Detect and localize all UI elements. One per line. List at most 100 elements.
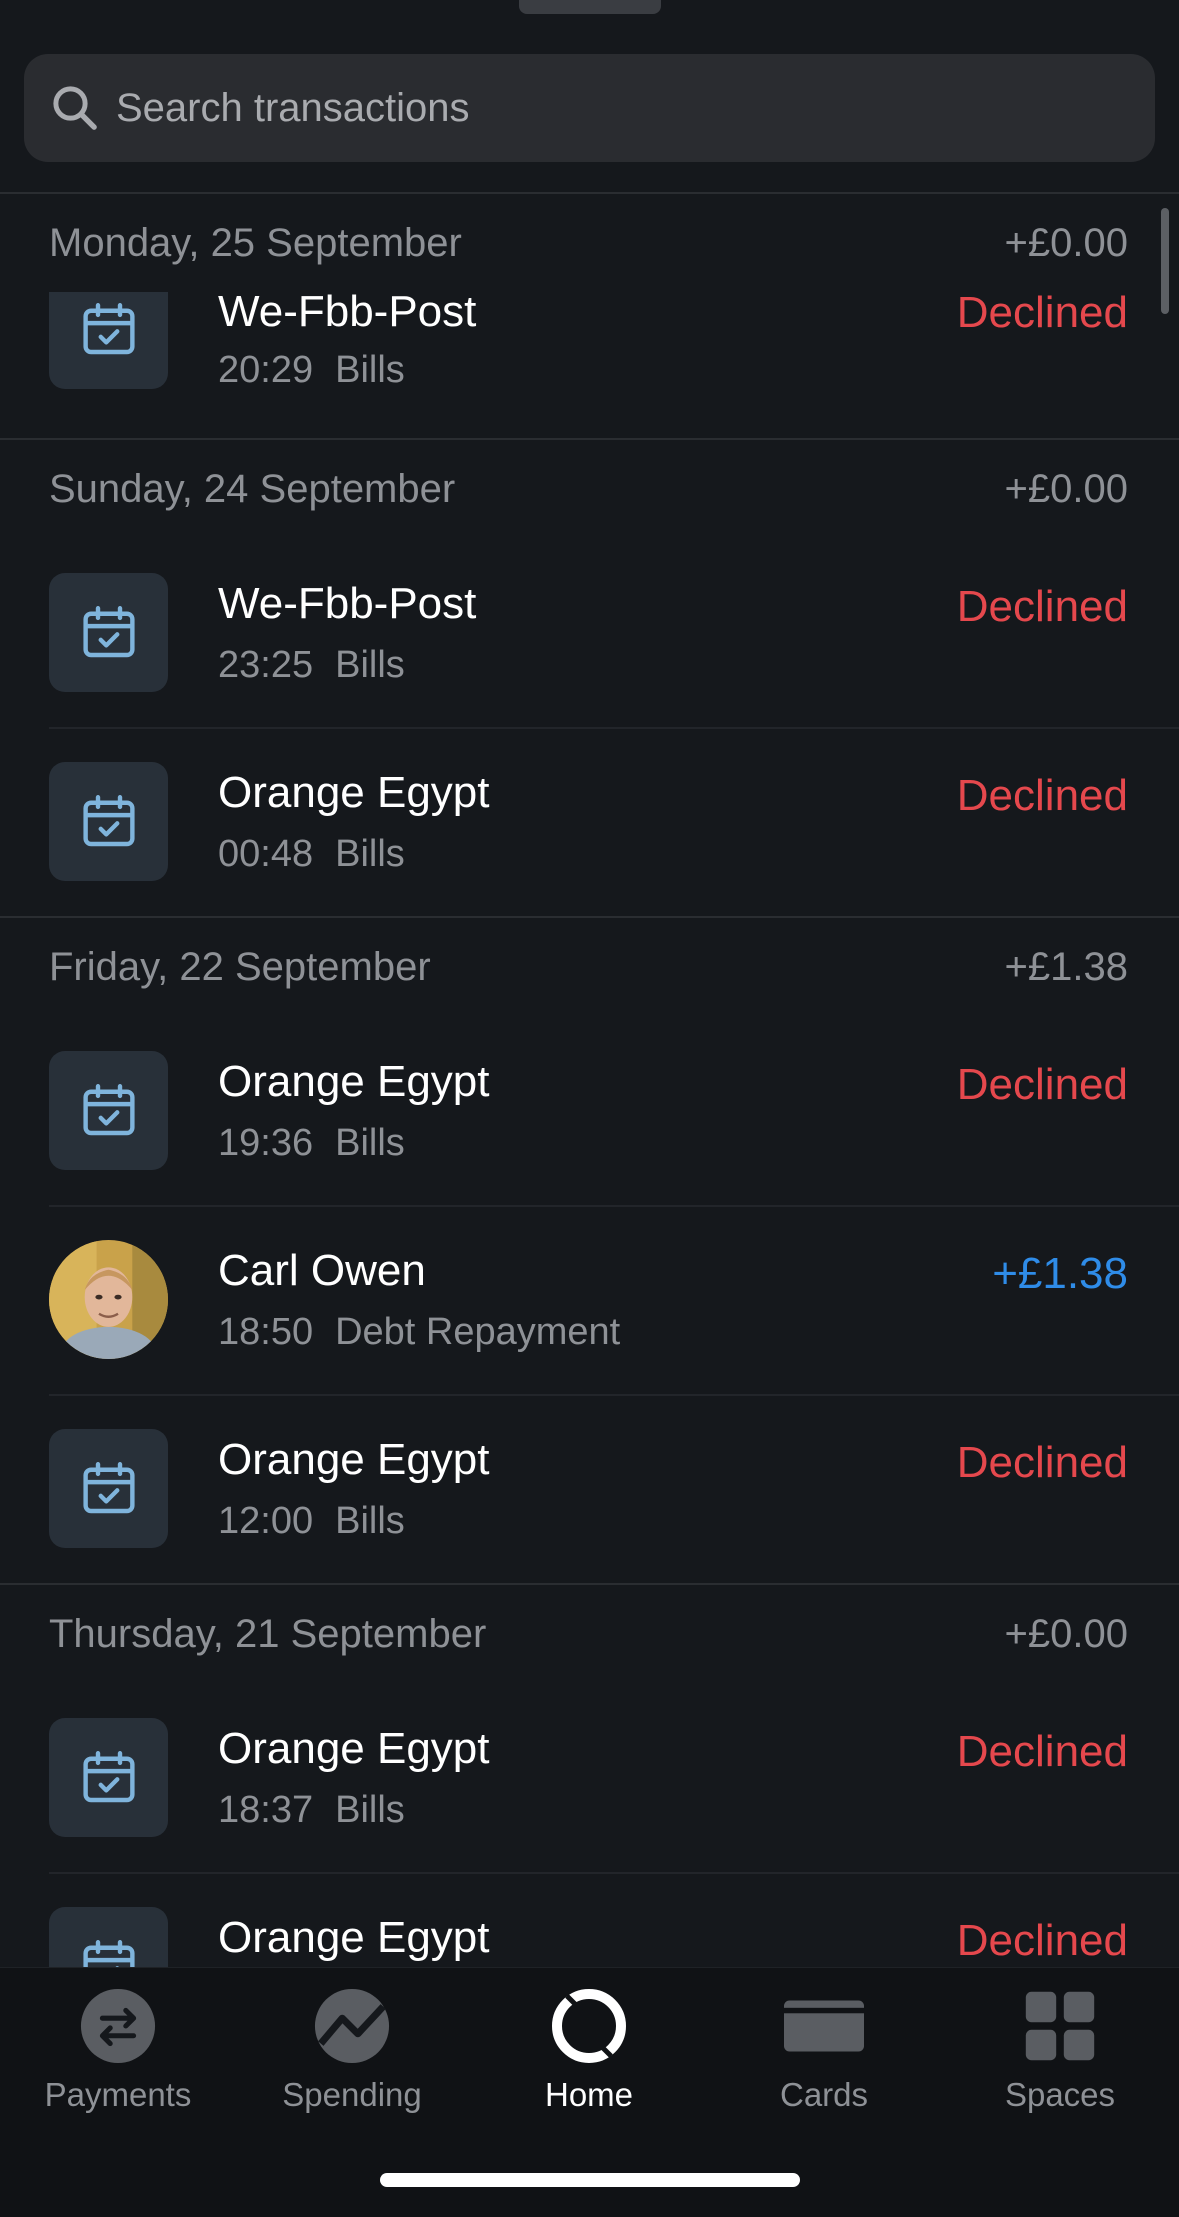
group-date: Friday, 22 September: [49, 944, 431, 989]
bills-calendar-icon: [49, 1429, 168, 1548]
merchant-name: Orange Egypt: [218, 1723, 490, 1773]
group-date: Thursday, 21 September: [49, 1611, 487, 1656]
transaction-row[interactable]: Orange Egypt 12:00 Bills Declined: [0, 1394, 1179, 1583]
tab-label: Cards: [779, 2076, 869, 2113]
transaction-category: Bills: [335, 1500, 405, 1543]
date-group: Sunday, 24 September +£0.00 We-Fbb-Post …: [0, 440, 1179, 918]
tab-label: Spending: [282, 2076, 422, 2113]
date-group-header: Monday, 25 September +£0.00: [0, 194, 1179, 292]
transaction-body: We-Fbb-Post 20:29 Bills: [218, 292, 957, 392]
transaction-meta: 20:29 Bills: [218, 349, 957, 392]
tab-spaces[interactable]: Spaces: [942, 1986, 1178, 2114]
tab-home[interactable]: Home: [471, 1986, 707, 2114]
avatar: [49, 1240, 168, 1359]
merchant-name: Orange Egypt: [218, 1912, 490, 1962]
transaction-row[interactable]: Orange Egypt 19:36 Bills Declined: [0, 1016, 1179, 1205]
bills-calendar-icon: [49, 573, 168, 692]
merchant-name: Orange Egypt: [218, 767, 490, 817]
transaction-meta: 12:00 Bills: [218, 1500, 957, 1543]
group-total: +£0.00: [1004, 220, 1128, 265]
scrollbar[interactable]: [1161, 208, 1169, 314]
bills-calendar-icon: [49, 1907, 168, 1967]
transaction-row[interactable]: Orange Egypt 00:48 Bills Declined: [0, 727, 1179, 916]
transaction-meta: 00:48 Bills: [218, 833, 957, 876]
merchant-name: Orange Egypt: [218, 1434, 490, 1484]
bills-calendar-icon: [49, 1051, 168, 1170]
merchant-name: Orange Egypt: [218, 1056, 490, 1106]
home-indicator[interactable]: [380, 2173, 800, 2187]
transaction-status: Declined: [956, 582, 1128, 631]
group-date: Monday, 25 September: [49, 220, 462, 265]
transaction-category: Bills: [335, 1789, 405, 1832]
transaction-row[interactable]: Orange Egypt Declined: [0, 1872, 1179, 1967]
transaction-body: We-Fbb-Post 23:25 Bills: [218, 578, 957, 688]
tab-label: Payments: [44, 2076, 192, 2113]
transaction-status: Declined: [956, 1916, 1128, 1965]
transaction-list[interactable]: Monday, 25 September +£0.00 We-Fbb-Post …: [0, 192, 1179, 1967]
transaction-time: 12:00: [218, 1500, 314, 1543]
transaction-status: Declined: [956, 292, 1128, 337]
sheet-grabber[interactable]: [519, 0, 661, 14]
tab-spending[interactable]: Spending: [234, 1986, 470, 2114]
grid-icon: [1020, 1986, 1100, 2066]
transaction-time: 18:50: [218, 1311, 314, 1354]
date-group: Friday, 22 September +£1.38 Orange Egypt…: [0, 918, 1179, 1585]
payer-name: Carl Owen: [218, 1245, 426, 1295]
transaction-status: Declined: [956, 771, 1128, 820]
date-group: Thursday, 21 September +£0.00 Orange Egy…: [0, 1585, 1179, 1967]
transaction-body: Orange Egypt 19:36 Bills: [218, 1056, 957, 1166]
transaction-row[interactable]: Carl Owen 18:50 Debt Repayment +£1.38: [0, 1205, 1179, 1394]
home-ring-icon: [549, 1986, 629, 2066]
search-input[interactable]: [116, 85, 1116, 131]
date-group-header: Thursday, 21 September +£0.00: [0, 1585, 1179, 1683]
transaction-time: 20:29: [218, 348, 314, 391]
bills-calendar-icon: [49, 1718, 168, 1837]
transaction-amount: +£1.38: [992, 1249, 1128, 1298]
date-group: Monday, 25 September +£0.00 We-Fbb-Post …: [0, 194, 1179, 440]
transaction-category: Bills: [335, 644, 405, 687]
transaction-category: Bills: [335, 348, 405, 391]
date-group-header: Friday, 22 September +£1.38: [0, 918, 1179, 1016]
trend-chart-icon: [312, 1986, 392, 2066]
date-group-header: Sunday, 24 September +£0.00: [0, 440, 1179, 538]
transaction-status: Declined: [956, 1727, 1128, 1776]
transaction-row[interactable]: We-Fbb-Post 20:29 Bills Declined: [0, 292, 1179, 438]
transaction-body: Orange Egypt 12:00 Bills: [218, 1434, 957, 1544]
transaction-body: Orange Egypt 18:37 Bills: [218, 1723, 957, 1833]
transaction-row[interactable]: We-Fbb-Post 23:25 Bills Declined: [0, 538, 1179, 727]
transaction-category: Bills: [335, 833, 405, 876]
transaction-category: Debt Repayment: [335, 1311, 621, 1354]
transaction-category: Bills: [335, 1122, 405, 1165]
search-bar[interactable]: [24, 54, 1155, 162]
transaction-meta: 18:50 Debt Repayment: [218, 1311, 992, 1354]
group-date: Sunday, 24 September: [49, 466, 456, 511]
group-total: +£0.00: [1004, 1611, 1128, 1656]
transaction-status: Declined: [956, 1438, 1128, 1487]
bills-calendar-icon: [49, 292, 168, 389]
bills-calendar-icon: [49, 762, 168, 881]
card-icon: [784, 1986, 864, 2066]
transaction-time: 19:36: [218, 1122, 314, 1165]
tab-payments[interactable]: Payments: [0, 1986, 236, 2114]
transaction-time: 23:25: [218, 644, 314, 687]
merchant-name: We-Fbb-Post: [218, 578, 477, 628]
group-total: +£1.38: [1004, 944, 1128, 989]
tab-cards[interactable]: Cards: [706, 1986, 942, 2114]
tab-label: Home: [544, 2076, 634, 2113]
transaction-meta: 18:37 Bills: [218, 1789, 957, 1832]
search-icon: [53, 86, 97, 130]
transaction-body: Carl Owen 18:50 Debt Repayment: [218, 1245, 992, 1355]
transaction-row[interactable]: Orange Egypt 18:37 Bills Declined: [0, 1683, 1179, 1872]
transfer-arrows-icon: [78, 1986, 158, 2066]
transaction-status: Declined: [956, 1060, 1128, 1109]
transaction-time: 00:48: [218, 833, 314, 876]
transaction-body: Orange Egypt: [218, 1912, 957, 1967]
transactions-screen: Monday, 25 September +£0.00 We-Fbb-Post …: [0, 0, 1179, 2217]
merchant-name: We-Fbb-Post: [218, 292, 477, 336]
transaction-meta: 19:36 Bills: [218, 1122, 957, 1165]
tab-label: Spaces: [1004, 2076, 1116, 2113]
transaction-time: 18:37: [218, 1789, 314, 1832]
transaction-body: Orange Egypt 00:48 Bills: [218, 767, 957, 877]
transaction-meta: 23:25 Bills: [218, 644, 957, 687]
group-total: +£0.00: [1004, 466, 1128, 511]
